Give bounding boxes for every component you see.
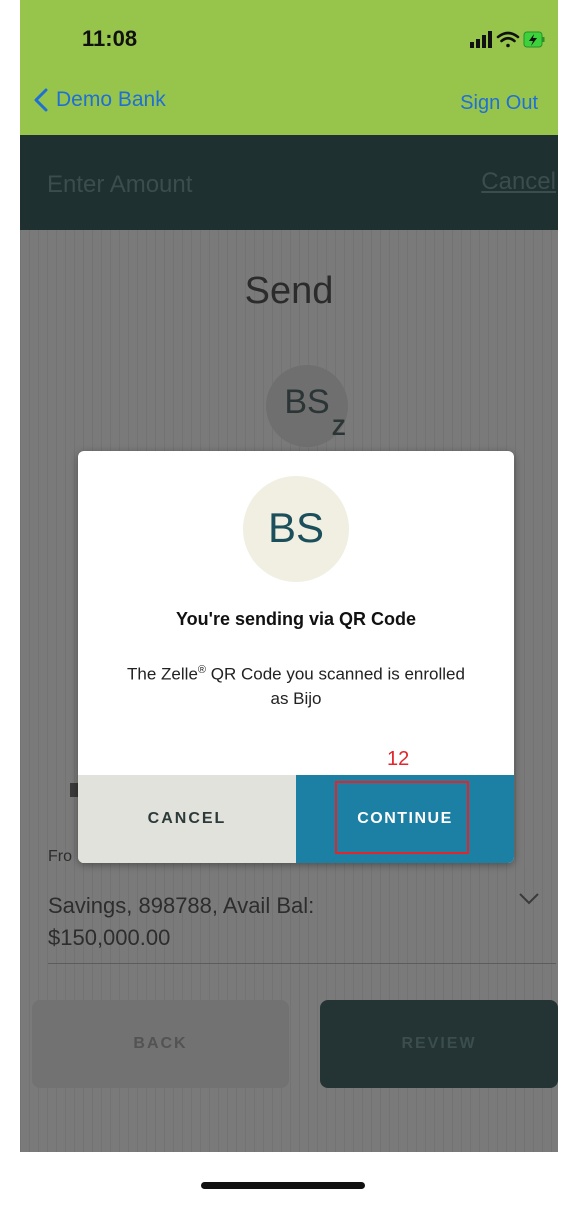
header-cancel-link[interactable]: Cancel bbox=[481, 168, 556, 196]
dialog-title: You're sending via QR Code bbox=[176, 609, 416, 629]
chevron-left-icon bbox=[34, 88, 48, 112]
review-button[interactable]: REVIEW bbox=[320, 1000, 558, 1088]
dialog-cancel-label: CANCEL bbox=[147, 810, 227, 827]
account-line-1: Savings, 898788, Avail Bal: bbox=[48, 893, 315, 918]
app-top-bar: 11:08 Demo Bank Sign Out bbox=[20, 0, 558, 135]
wifi-icon bbox=[496, 31, 520, 48]
signal-icon bbox=[470, 31, 492, 48]
status-icons bbox=[470, 31, 545, 48]
dialog-initials: BS bbox=[267, 504, 325, 551]
back-link-label: Demo Bank bbox=[56, 88, 166, 111]
back-button-label: BACK bbox=[133, 1035, 188, 1052]
dialog-message-prefix: The Zelle bbox=[127, 664, 198, 684]
sign-out-link[interactable]: Sign Out bbox=[460, 92, 538, 115]
back-button[interactable]: BACK bbox=[32, 1000, 289, 1088]
status-time: 11:08 bbox=[82, 26, 138, 51]
back-link[interactable]: Demo Bank bbox=[32, 88, 166, 112]
zelle-icon: Z bbox=[332, 415, 346, 440]
dialog-cancel-button[interactable]: CANCEL bbox=[78, 775, 296, 863]
highlight-box bbox=[335, 781, 469, 854]
amount-icon bbox=[70, 783, 78, 797]
chevron-down-icon[interactable] bbox=[518, 892, 540, 906]
from-account-select[interactable]: Savings, 898788, Avail Bal: $150,000.00 bbox=[48, 890, 314, 954]
from-account-label: Fro bbox=[48, 848, 72, 865]
dialog-message-suffix: QR Code you scanned is enrolled as Bijo bbox=[206, 664, 465, 708]
dialog-avatar: BS bbox=[243, 476, 349, 582]
dialog-message: The Zelle® QR Code you scanned is enroll… bbox=[118, 658, 474, 711]
send-title: Send bbox=[244, 270, 334, 312]
registered-mark: ® bbox=[197, 664, 207, 676]
screen-header: Enter Amount Cancel bbox=[20, 135, 558, 230]
review-button-label: REVIEW bbox=[401, 1035, 477, 1052]
battery-charging-icon bbox=[523, 31, 545, 48]
divider bbox=[48, 963, 556, 964]
account-line-2: $150,000.00 bbox=[48, 925, 171, 950]
screen-title: Enter Amount bbox=[47, 171, 193, 198]
step-number: 12 bbox=[387, 748, 410, 770]
home-indicator[interactable] bbox=[201, 1182, 365, 1189]
